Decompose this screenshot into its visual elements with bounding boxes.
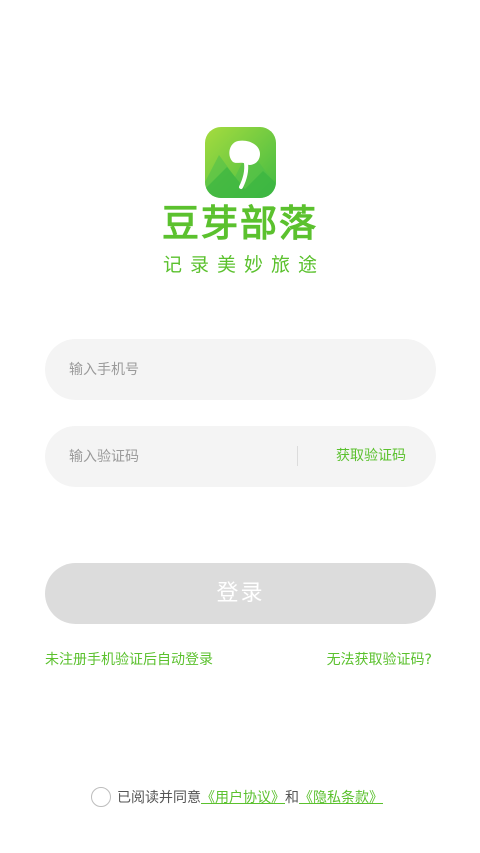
privacy-policy-link[interactable]: 《隐私条款》 (299, 787, 383, 807)
agreement-prefix: 已阅读并同意 (117, 790, 201, 806)
agreement-checkbox[interactable] (91, 787, 111, 807)
login-button[interactable]: 登录 (45, 563, 436, 624)
app-slogan: 记录美妙旅途 (162, 254, 325, 276)
phone-field-container (45, 339, 436, 400)
no-code-link[interactable]: 无法获取验证码? (327, 650, 432, 670)
user-agreement-link[interactable]: 《用户协议》 (201, 787, 285, 807)
get-code-button[interactable]: 获取验证码 (336, 426, 406, 487)
agreement-row: 已阅读并同意 《用户协议》 和 《隐私条款》 (91, 786, 383, 808)
bean-sprout-logo-icon (205, 127, 276, 198)
app-name: 豆芽部落 (162, 202, 318, 245)
app-logo-icon (205, 127, 276, 198)
phone-input[interactable] (69, 339, 409, 400)
agreement-conjunction: 和 (285, 790, 299, 806)
code-field-container: 获取验证码 (45, 426, 436, 487)
code-divider (297, 446, 298, 466)
auto-login-note: 未注册手机验证后自动登录 (45, 652, 213, 668)
verification-code-input[interactable] (69, 426, 289, 487)
